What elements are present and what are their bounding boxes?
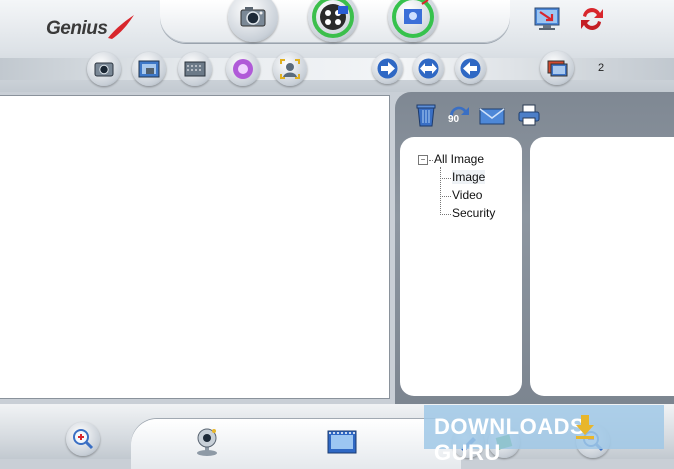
zoom-in-icon — [73, 429, 94, 450]
arrow-left-icon — [460, 58, 481, 79]
security-camera-icon — [392, 0, 434, 38]
bottom-panel — [131, 419, 461, 469]
monitor-arrow-icon[interactable] — [532, 4, 564, 34]
effects-icon — [233, 59, 253, 79]
logo-text: Genius — [46, 18, 108, 39]
rotate-label: 90 — [448, 114, 460, 125]
photo-frame-icon — [138, 60, 160, 78]
page-number: 2 — [598, 62, 605, 74]
tree-item-security[interactable]: Security — [452, 206, 495, 220]
mode-photo-button[interactable] — [228, 0, 278, 42]
tree-connector — [440, 167, 441, 215]
tree-connector — [429, 160, 433, 161]
tree-connector — [440, 214, 451, 215]
capture-photo-icon — [94, 62, 114, 77]
webcam-icon[interactable] — [190, 424, 224, 458]
tree-item-image[interactable]: Image — [452, 170, 486, 184]
email-icon[interactable] — [478, 103, 506, 129]
scan-icon — [184, 61, 206, 77]
zoom-in-button[interactable] — [66, 422, 100, 456]
image-viewer[interactable] — [0, 95, 390, 399]
thumbnail-pane — [530, 137, 674, 396]
trash-icon[interactable] — [413, 102, 439, 128]
filmstrip-icon[interactable] — [326, 427, 358, 457]
next-button[interactable] — [372, 53, 403, 84]
tree-collapse-toggle[interactable]: − — [418, 155, 428, 165]
mode-video-button[interactable] — [308, 0, 358, 42]
brand-logo: Genius — [46, 12, 136, 42]
tree-connector — [440, 178, 451, 179]
film-reel-icon — [312, 0, 354, 38]
swap-button[interactable] — [413, 53, 444, 84]
logo-swoosh-icon — [108, 15, 134, 39]
tree-item-video[interactable]: Video — [452, 188, 482, 202]
refresh-icon[interactable] — [576, 4, 608, 34]
face-frame-icon — [280, 59, 300, 79]
scan-button[interactable] — [178, 52, 212, 86]
mode-selector — [160, 0, 510, 43]
capture-photo-button[interactable] — [87, 52, 121, 86]
watermark-text: DOWNLOADSGURU — [434, 414, 586, 465]
camera-icon — [240, 7, 266, 27]
gallery-button[interactable] — [540, 51, 574, 85]
download-arrow-icon — [576, 415, 594, 439]
arrow-right-icon — [377, 58, 398, 79]
printer-icon[interactable] — [516, 102, 542, 128]
effects-button[interactable] — [226, 52, 260, 86]
tree-item-all-image[interactable]: All Image — [434, 152, 484, 166]
rotate-button[interactable]: 90 — [444, 102, 472, 128]
gallery-icon — [547, 60, 568, 77]
mode-security-button[interactable] — [388, 0, 438, 42]
photo-frame-button[interactable] — [132, 52, 166, 86]
tree-connector — [440, 196, 451, 197]
arrow-both-icon — [418, 58, 439, 79]
face-frame-button[interactable] — [273, 52, 307, 86]
previous-button[interactable] — [455, 53, 486, 84]
watermark: DOWNLOADSGURU — [424, 405, 664, 465]
